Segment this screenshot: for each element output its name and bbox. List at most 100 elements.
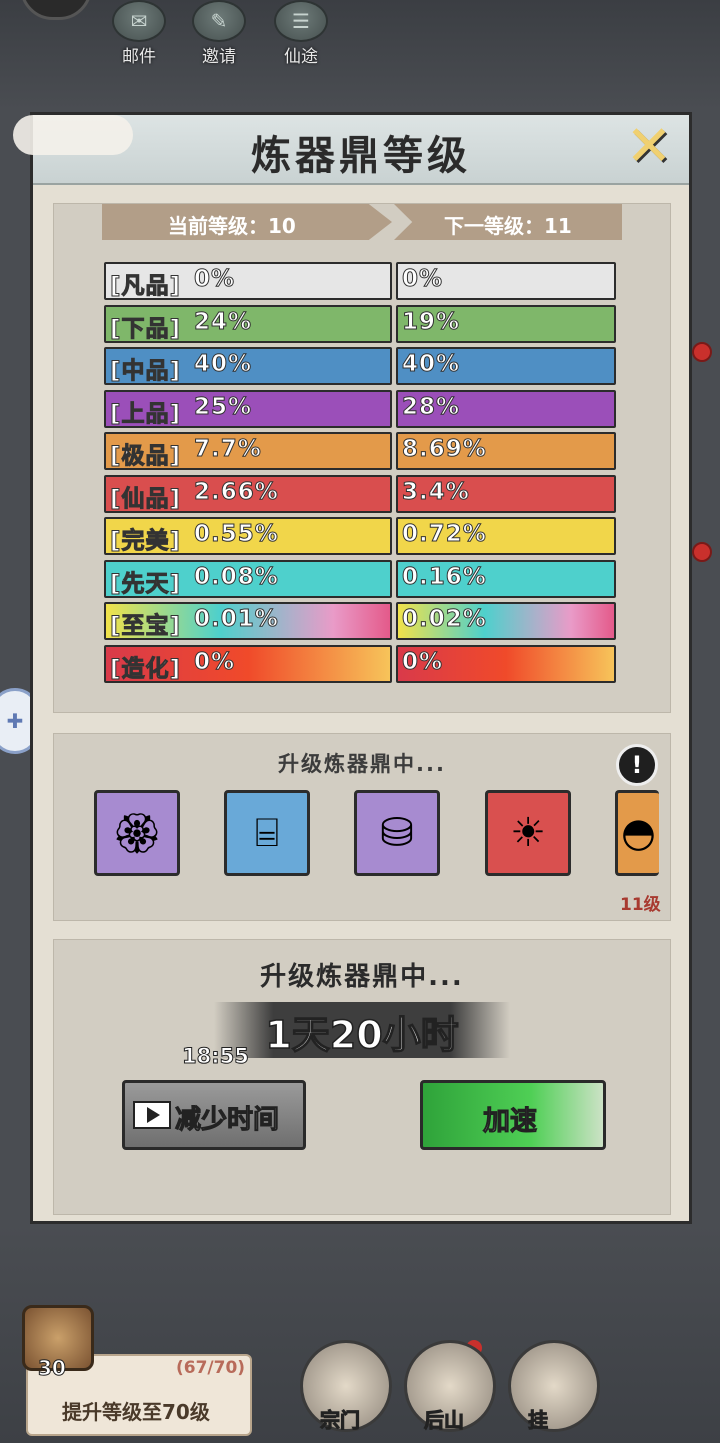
- close-icon: ✕: [625, 114, 673, 179]
- tier-row: [凡品] 0% 0%: [104, 262, 618, 302]
- info-button[interactable]: !: [616, 744, 658, 786]
- invite-icon: ✎: [192, 0, 246, 42]
- tier-current-cell: [极品] 7.7%: [104, 432, 392, 470]
- tier-next-value: 0%: [401, 648, 444, 675]
- level-compare-bar: 当前等级：10 下一等级：11: [102, 204, 622, 240]
- dialog-title: 炼器鼎等级: [251, 133, 471, 179]
- tier-current-cell: [先天] 0.08%: [104, 559, 392, 598]
- tier-current-percent-wrap: 0.55%: [194, 521, 279, 548]
- tier-current-percent-wrap: 0.01%: [194, 606, 279, 633]
- tier-next-cell: 0.16%: [396, 559, 616, 598]
- nav-mountain-label: 后山: [424, 1408, 465, 1433]
- nav-partial-button[interactable]: [508, 1340, 600, 1432]
- tier-current-cell: [完美] 0.55%: [104, 517, 392, 555]
- tier-row: [上品] 25% 28%: [104, 389, 618, 430]
- task-progress: (67/70): [176, 1358, 246, 1378]
- tier-next-value: 19%: [401, 308, 461, 335]
- tier-next-value: 0.72%: [402, 521, 487, 548]
- tier-current-percent-wrap: 0%: [193, 266, 236, 293]
- mail-button[interactable]: ✉ 邮件: [112, 0, 166, 67]
- tier-next-cell: 0%: [396, 262, 616, 300]
- video-play-icon: [133, 1101, 171, 1129]
- tier-current-percent-wrap: 25%: [193, 393, 253, 420]
- tier-row: [极品] 7.7% 8.69%: [104, 432, 618, 472]
- upgrade-timer: 1天20小时: [265, 1012, 460, 1058]
- close-button[interactable]: ✕: [621, 119, 677, 175]
- dialog-header: 炼器鼎等级 ✕: [13, 115, 689, 185]
- tier-next-cell: 40%: [396, 347, 616, 385]
- tier-current-cell: [下品] 24%: [104, 304, 392, 343]
- gold-charm-icon: 🏵: [111, 810, 163, 857]
- speed-up-label: 加速: [483, 1106, 538, 1138]
- tier-row: [先天] 0.08% 0.16%: [104, 559, 618, 600]
- notification-dot: [692, 542, 712, 562]
- tier-next-value: 40%: [401, 351, 461, 378]
- upgrade-title: 升级炼器鼎中...: [260, 962, 464, 992]
- journey-label: 仙途: [284, 47, 318, 67]
- porridge-bowl-icon: ◓: [621, 810, 656, 856]
- material-level-label: 11级: [620, 895, 661, 915]
- tier-next-value: 0.16%: [402, 563, 487, 590]
- tier-next-cell: 0.72%: [396, 517, 616, 555]
- gamepad-icon: ✚: [6, 709, 24, 733]
- tier-next-value: 3.4%: [402, 478, 470, 505]
- tier-current-cell: [上品] 25%: [104, 389, 392, 428]
- mail-label: 邮件: [122, 47, 156, 67]
- tier-current-value: [极品]: [109, 443, 182, 470]
- tier-current-cell: [中品] 40%: [104, 347, 392, 385]
- material-slot[interactable]: ◓: [615, 790, 659, 876]
- mail-icon: ✉: [112, 0, 166, 42]
- tier-current-value: [完美]: [109, 528, 182, 555]
- material-slot[interactable]: ☀: [485, 790, 571, 876]
- tier-current-cell: [凡品] 0%: [104, 262, 392, 300]
- reduce-time-button[interactable]: 减少时间: [122, 1080, 306, 1150]
- invite-button[interactable]: ✎ 邀请: [192, 0, 246, 67]
- tier-current-percent-wrap: 0%: [193, 648, 236, 675]
- tier-current-cell: [造化] 0%: [104, 644, 392, 683]
- material-slot[interactable]: 🏵: [94, 790, 180, 876]
- treasure-box-icon: ⌸: [255, 810, 279, 856]
- tier-next-cell: 19%: [396, 304, 616, 343]
- tier-current-cell: [至宝] 0.01%: [104, 602, 392, 640]
- current-level-label: 当前等级：10: [168, 214, 296, 238]
- nav-partial-label: 挂: [528, 1408, 549, 1433]
- tier-current-value: [上品]: [109, 400, 182, 427]
- journey-icon: ☰: [274, 0, 328, 42]
- tier-next-value: 0%: [401, 266, 444, 293]
- tier-next-value: 28%: [401, 393, 461, 420]
- tier-current-value: [凡品]: [109, 273, 182, 300]
- tier-next-cell: 8.69%: [396, 432, 616, 470]
- tier-row: [中品] 40% 40%: [104, 347, 618, 387]
- next-level-label: 下一等级：11: [444, 214, 572, 238]
- task-text: 提升等级至70级: [62, 1400, 210, 1424]
- tier-row: [仙品] 2.66% 3.4%: [104, 474, 618, 515]
- nav-sect-label: 宗门: [320, 1408, 361, 1433]
- tier-row: [完美] 0.55% 0.72%: [104, 517, 618, 557]
- material-slot[interactable]: ⌸: [224, 790, 310, 876]
- tier-current-value: [先天]: [109, 570, 182, 597]
- golden-orb-icon: ☀: [510, 810, 546, 856]
- tier-row: [造化] 0% 0%: [104, 644, 618, 685]
- materials-panel: 升级炼器鼎中... ! 🏵 ⌸ ⛁ ☀ ◓ 11级: [53, 733, 671, 921]
- top-background: [0, 0, 720, 110]
- rice-sack-icon: ⛁: [380, 810, 414, 856]
- clock-time: 18:55: [182, 1044, 250, 1069]
- tier-current-value: [仙品]: [109, 485, 182, 512]
- tier-current-percent-wrap: 7.7%: [194, 436, 262, 463]
- tier-next-cell: 3.4%: [396, 474, 616, 513]
- chest-count: 30: [38, 1356, 67, 1381]
- tier-current-value: [造化]: [109, 655, 182, 682]
- tier-next-cell: 0%: [396, 644, 616, 683]
- tier-current-percent-wrap: 2.66%: [194, 478, 279, 505]
- tier-current-percent-wrap: 24%: [193, 308, 253, 335]
- journey-button[interactable]: ☰ 仙途: [274, 0, 328, 67]
- tier-current-cell: [仙品] 2.66%: [104, 474, 392, 513]
- tier-next-cell: 28%: [396, 389, 616, 428]
- tier-next-value: 8.69%: [402, 436, 487, 463]
- tier-current-value: [下品]: [109, 315, 182, 342]
- tier-current-percent-wrap: 40%: [193, 351, 253, 378]
- material-slot[interactable]: ⛁: [354, 790, 440, 876]
- speed-up-button[interactable]: 加速: [420, 1080, 606, 1150]
- tier-current-value: [至宝]: [109, 613, 182, 640]
- notification-dot: [692, 342, 712, 362]
